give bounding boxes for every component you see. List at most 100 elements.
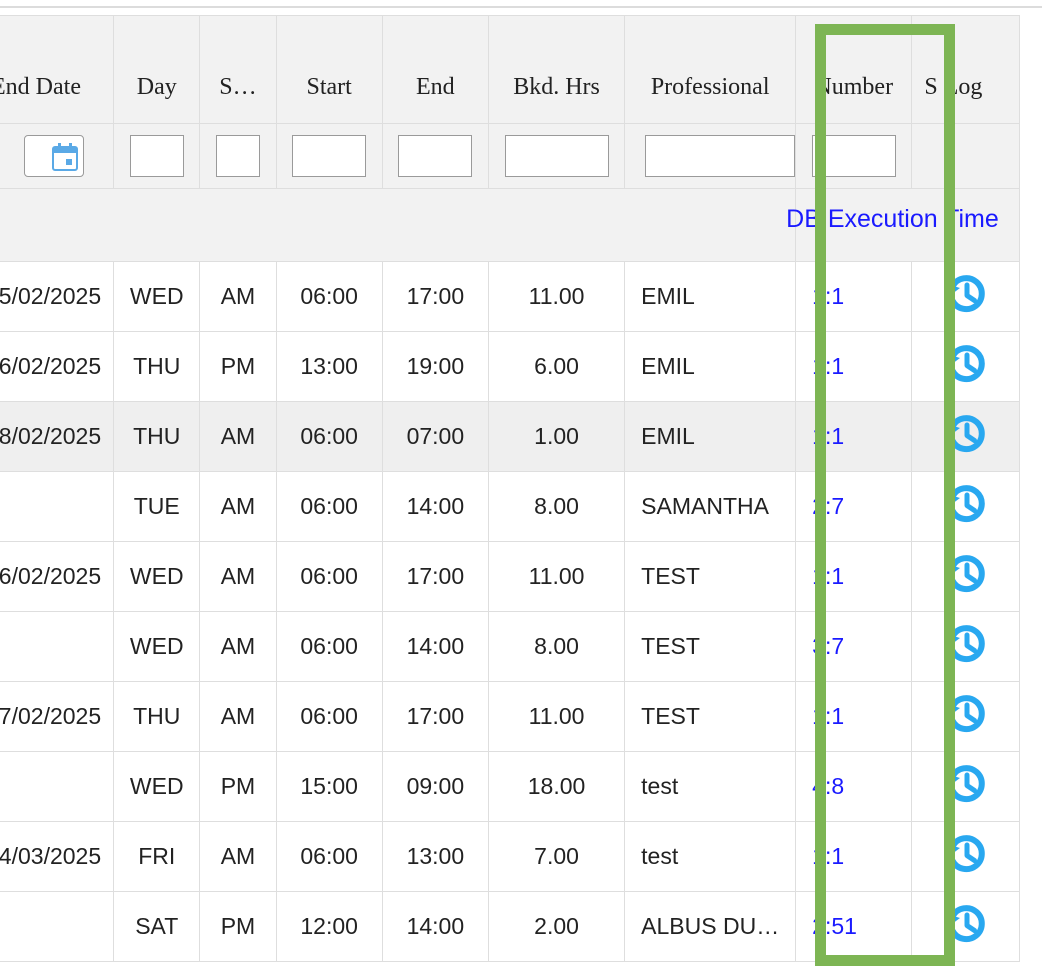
- cell-booked-hrs: 1.00: [487, 401, 626, 472]
- col-end[interactable]: End: [381, 15, 489, 124]
- col-professional[interactable]: Professional: [624, 15, 797, 124]
- cell-shift: AM: [199, 681, 277, 752]
- number-link[interactable]: 1:1: [812, 843, 844, 869]
- history-icon[interactable]: [941, 549, 991, 605]
- cell-start: 06:00: [275, 401, 383, 472]
- cell-end: 19:00: [381, 331, 489, 402]
- cell-booked-hrs: 7.00: [487, 821, 626, 892]
- history-icon[interactable]: [941, 619, 991, 675]
- col-start[interactable]: Start: [275, 15, 383, 124]
- table-row[interactable]: 25/02/2025WEDAM06:0017:0011.00EMIL 1:1: [0, 261, 1020, 332]
- col-end-date[interactable]: End Date: [0, 15, 115, 124]
- cell-day: WED: [113, 261, 201, 332]
- table-row[interactable]: WED AM 06:00 14:00 8.00 TEST 3:7: [0, 611, 1020, 682]
- cell-day: FRI: [113, 821, 201, 892]
- history-icon[interactable]: [941, 899, 991, 955]
- table-row[interactable]: 28/02/2025THUAM06:0007:001.00EMIL 1:1: [0, 401, 1020, 472]
- cell-end: 14:00: [381, 611, 489, 682]
- filter-shift-cell: [199, 123, 277, 189]
- cell-end: 14:00: [381, 471, 489, 542]
- cell-shift: AM: [199, 401, 277, 472]
- cell-day: WED: [113, 541, 201, 612]
- cell-start: 06:00: [275, 541, 383, 612]
- cell-number: 1:1: [795, 331, 913, 402]
- history-icon[interactable]: [941, 339, 991, 395]
- filter-professional-input[interactable]: [645, 135, 795, 177]
- cell-s-log: [911, 611, 1020, 682]
- cell-shift: AM: [199, 471, 277, 542]
- cell-start: 06:00: [275, 681, 383, 752]
- cell-professional: EMIL: [624, 331, 797, 402]
- cell-s-log: [911, 471, 1020, 542]
- table-row[interactable]: SAT PM 12:00 14:00 2.00 ALBUS DU… 2:51: [0, 891, 1020, 962]
- cell-start: 06:00: [275, 261, 383, 332]
- cell-number: 2:51: [795, 891, 913, 962]
- calendar-icon: [52, 143, 79, 171]
- col-number[interactable]: Number: [795, 15, 913, 124]
- history-icon[interactable]: [941, 689, 991, 745]
- cell-day: THU: [113, 681, 201, 752]
- number-link[interactable]: 2:7: [812, 493, 844, 519]
- filter-end-cell: [381, 123, 489, 189]
- cell-end: 07:00: [381, 401, 489, 472]
- table-row[interactable]: WED PM 15:00 09:00 18.00 test 4:8: [0, 751, 1020, 822]
- cell-end-date: 28/02/2025: [0, 401, 115, 472]
- filter-number-cell: [795, 123, 913, 189]
- cell-end-date: 04/03/2025: [0, 821, 115, 892]
- cell-professional: test: [624, 821, 797, 892]
- table-row[interactable]: TUE AM 06:00 14:00 8.00 SAMANTHA 2:7: [0, 471, 1020, 542]
- number-link[interactable]: 1:1: [812, 353, 844, 379]
- date-picker-button[interactable]: [24, 135, 85, 177]
- group-row-blank: [0, 188, 797, 262]
- number-link[interactable]: 1:1: [812, 423, 844, 449]
- filter-row: [0, 123, 1020, 189]
- top-divider: [0, 6, 1042, 8]
- cell-start: 13:00: [275, 331, 383, 402]
- history-icon[interactable]: [941, 479, 991, 535]
- filter-professional-cell: [624, 123, 797, 189]
- filter-start-cell: [275, 123, 383, 189]
- table-row[interactable]: 27/02/2025THUAM06:0017:0011.00TEST 1:1: [0, 681, 1020, 752]
- cell-shift: PM: [199, 751, 277, 822]
- table-row[interactable]: 04/03/2025FRIAM06:0013:007.00test 1:1: [0, 821, 1020, 892]
- cell-end-date: 26/02/2025: [0, 541, 115, 612]
- filter-end-date-cell: [0, 123, 115, 189]
- table-row[interactable]: 26/02/2025THUPM13:0019:006.00EMIL 1:1: [0, 331, 1020, 402]
- filter-day-input[interactable]: [129, 135, 184, 177]
- group-row-exec-cell: DB Execution Time: [786, 188, 1020, 262]
- cell-s-log: [911, 541, 1020, 612]
- cell-end: 17:00: [381, 681, 489, 752]
- filter-end-input[interactable]: [398, 135, 473, 177]
- cell-end: 09:00: [381, 751, 489, 822]
- number-link[interactable]: 1:1: [812, 703, 844, 729]
- filter-start-input[interactable]: [292, 135, 367, 177]
- cell-professional: EMIL: [624, 401, 797, 472]
- history-icon[interactable]: [941, 759, 991, 815]
- table-row[interactable]: 26/02/2025WEDAM06:0017:0011.00TEST 1:1: [0, 541, 1020, 612]
- number-link[interactable]: 2:51: [812, 913, 857, 939]
- cell-end-date: 27/02/2025: [0, 681, 115, 752]
- cell-end-date: [0, 471, 115, 542]
- history-icon[interactable]: [941, 269, 991, 325]
- filter-hrs-input[interactable]: [504, 135, 609, 177]
- col-day[interactable]: Day: [113, 15, 201, 124]
- number-link[interactable]: 4:8: [812, 773, 844, 799]
- cell-number: 1:1: [795, 681, 913, 752]
- col-s-log[interactable]: S Log: [911, 15, 1020, 124]
- number-link[interactable]: 3:7: [812, 633, 844, 659]
- cell-s-log: [911, 681, 1020, 752]
- schedule-grid: End Date Day S… Start End Bkd. Hrs Profe…: [0, 15, 1020, 962]
- col-shift[interactable]: S…: [199, 15, 277, 124]
- number-link[interactable]: 1:1: [812, 563, 844, 589]
- history-icon[interactable]: [941, 829, 991, 885]
- cell-end-date: [0, 611, 115, 682]
- history-icon[interactable]: [941, 409, 991, 465]
- cell-professional: TEST: [624, 611, 797, 682]
- cell-s-log: [911, 331, 1020, 402]
- filter-number-input[interactable]: [811, 135, 896, 177]
- number-link[interactable]: 1:1: [812, 283, 844, 309]
- cell-day: WED: [113, 751, 201, 822]
- col-booked-hrs[interactable]: Bkd. Hrs: [487, 15, 626, 124]
- filter-shift-input[interactable]: [215, 135, 260, 177]
- cell-s-log: [911, 891, 1020, 962]
